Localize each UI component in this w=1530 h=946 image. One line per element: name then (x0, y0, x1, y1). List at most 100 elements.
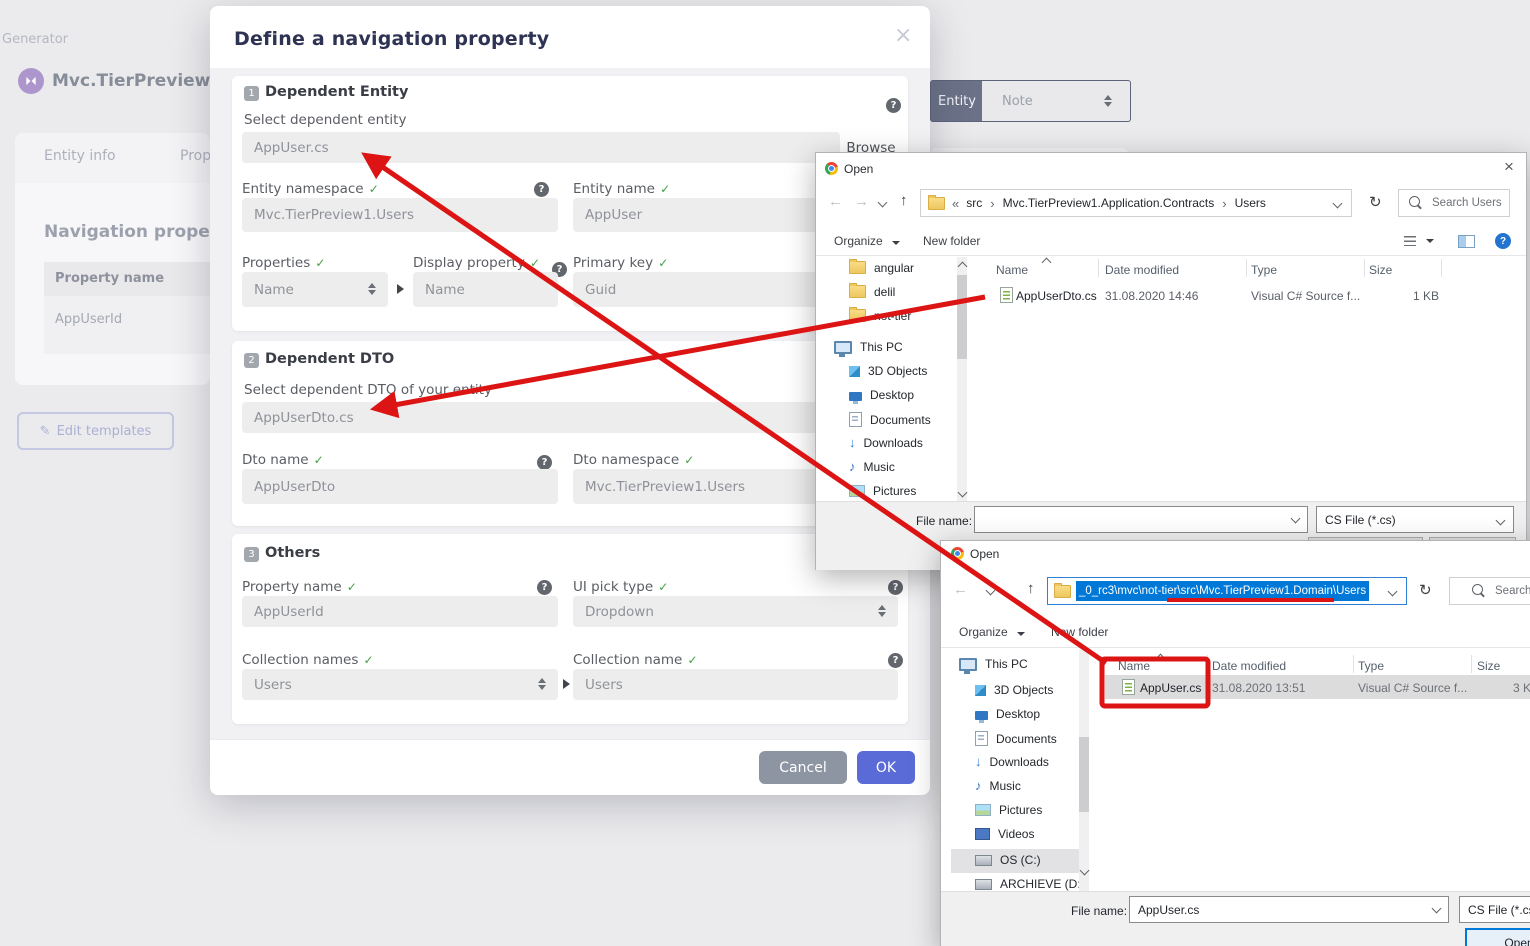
sidebar-item-pictures[interactable]: Pictures (873, 484, 916, 498)
modal-close-icon[interactable]: × (894, 25, 912, 47)
sidebar-item-pictures[interactable]: Pictures (999, 803, 1042, 817)
dialog-bottom-bar: File name: AppUser.cs CS File (*.cs) Ope… (941, 891, 1530, 946)
sidebar-item-desktop[interactable]: Desktop (870, 388, 914, 402)
sidebar-item-angular[interactable]: angular (874, 261, 914, 275)
address-bar[interactable]: _0_rc3\mvc\not-tier\src\Mvc.TierPreview1… (1047, 577, 1407, 605)
collection-name-field[interactable]: Users (573, 669, 898, 700)
scrollbar-thumb[interactable] (1079, 737, 1089, 812)
breadcrumb-sep-icon: › (990, 196, 994, 211)
sidebar-item-3d-objects[interactable]: 3D Objects (868, 364, 927, 378)
column-date-modified[interactable]: Date modified (1105, 263, 1179, 277)
refresh-icon[interactable]: ↻ (1369, 193, 1382, 211)
cancel-button[interactable]: Cancel (759, 751, 847, 784)
dependent-entity-file-field[interactable]: AppUser.cs (242, 132, 840, 163)
back-icon[interactable]: ← (953, 581, 968, 598)
project-logo-icon (18, 68, 44, 94)
column-size[interactable]: Size (1369, 263, 1392, 277)
toolbar-divider (816, 255, 1526, 256)
column-date-modified[interactable]: Date modified (1212, 659, 1286, 673)
forward-icon[interactable]: → (854, 193, 869, 210)
sidebar-item-documents[interactable]: Documents (870, 413, 931, 427)
search-box[interactable]: Search Users (1398, 189, 1510, 217)
column-name[interactable]: Name (1118, 659, 1150, 673)
file-name-input[interactable] (974, 506, 1308, 533)
sidebar-item-os-c[interactable]: OS (C:) (1000, 853, 1041, 867)
entity-namespace-field[interactable]: Mvc.TierPreview1.Users (242, 198, 558, 232)
entity-type-select[interactable]: Note (982, 80, 1131, 122)
valid-check-icon: ✓ (369, 182, 379, 196)
open-button[interactable]: Open (1465, 928, 1530, 946)
back-icon[interactable]: ← (828, 193, 843, 210)
sidebar-item-desktop[interactable]: Desktop (996, 707, 1040, 721)
preview-pane-icon[interactable] (1458, 235, 1475, 248)
file-type-select[interactable]: CS File (*.cs) (1459, 896, 1530, 923)
organize-menu[interactable]: Organize (834, 234, 900, 248)
view-list-icon[interactable] (1404, 236, 1416, 246)
help-icon[interactable]: ? (537, 580, 552, 595)
desktop-icon (975, 711, 988, 720)
help-icon[interactable]: ? (888, 580, 903, 595)
column-name[interactable]: Name (996, 263, 1028, 277)
sidebar-item-downloads[interactable]: Downloads (990, 755, 1049, 769)
display-property-field[interactable]: Name (413, 272, 558, 307)
toolbar-divider (941, 647, 1530, 648)
address-dropdown-icon[interactable] (1333, 199, 1343, 209)
breadcrumb-project[interactable]: Mvc.TierPreview1.Application.Contracts (1003, 196, 1215, 210)
new-folder-button[interactable]: New folder (923, 234, 980, 248)
up-icon[interactable]: ↑ (900, 192, 908, 209)
tab-entity-info[interactable]: Entity info (44, 148, 116, 164)
recent-locations-icon[interactable] (878, 198, 888, 208)
sidebar-item-this-pc[interactable]: This PC (860, 340, 903, 354)
modal-title: Define a navigation property (234, 28, 549, 50)
ui-pick-type-select[interactable]: Dropdown (573, 596, 898, 627)
property-name-field[interactable]: AppUserId (242, 596, 558, 627)
this-pc-icon (959, 658, 977, 671)
file-type-select[interactable]: CS File (*.cs) (1316, 506, 1514, 533)
scrollbar-thumb[interactable] (957, 275, 967, 359)
recent-locations-icon[interactable] (986, 586, 996, 596)
sidebar-item-archive-d[interactable]: ARCHIEVE (D:) (1000, 877, 1085, 891)
column-size[interactable]: Size (1477, 659, 1500, 673)
file-row-selected[interactable]: AppUser.cs 31.08.2020 13:51 Visual C# So… (1105, 675, 1530, 699)
help-icon[interactable]: ? (534, 182, 549, 197)
help-icon[interactable]: ? (886, 98, 901, 113)
sidebar-item-documents[interactable]: Documents (996, 732, 1057, 746)
collection-names-select[interactable]: Users (242, 669, 558, 700)
sidebar-item-music[interactable]: Music (990, 779, 1021, 793)
dependent-dto-file-field[interactable]: AppUserDto.cs (242, 402, 840, 433)
entity-switch-label[interactable]: Entity (930, 80, 984, 122)
sidebar-item-downloads[interactable]: Downloads (864, 436, 923, 450)
ok-button[interactable]: OK (857, 751, 915, 784)
sidebar-item-delil[interactable]: delil (874, 285, 895, 299)
view-dropdown-icon[interactable] (1426, 239, 1434, 243)
help-icon[interactable]: ? (888, 653, 903, 668)
up-icon[interactable]: ↑ (1027, 580, 1035, 597)
refresh-icon[interactable]: ↻ (1419, 581, 1432, 599)
sidebar-item-videos[interactable]: Videos (998, 827, 1034, 841)
breadcrumb-src[interactable]: src (966, 196, 982, 210)
search-box[interactable]: Search (1449, 577, 1530, 605)
address-selected-text[interactable]: _0_rc3\mvc\not-tier\src\Mvc.TierPreview1… (1076, 581, 1369, 601)
help-icon[interactable]: ? (1495, 233, 1511, 249)
column-type[interactable]: Type (1251, 263, 1277, 277)
organize-menu[interactable]: Organize (959, 625, 1025, 639)
address-dropdown-icon[interactable] (1388, 587, 1398, 597)
sidebar-item-this-pc[interactable]: This PC (985, 657, 1028, 671)
edit-templates-button[interactable]: ✎ Edit templates (17, 412, 174, 450)
column-type[interactable]: Type (1358, 659, 1384, 673)
file-row[interactable]: AppUserDto.cs 31.08.2020 14:46 Visual C#… (976, 285, 1521, 307)
help-icon[interactable]: ? (537, 455, 552, 470)
properties-select[interactable]: Name (242, 272, 388, 307)
open-dialog-contracts: Open × ← → ↑ « src › Mvc.TierPreview1.Ap… (815, 152, 1527, 570)
search-icon (1472, 584, 1483, 595)
new-folder-button[interactable]: New folder (1051, 625, 1108, 639)
sidebar-item-3d-objects[interactable]: 3D Objects (994, 683, 1053, 697)
sidebar-item-not-tier[interactable]: not-tier (874, 309, 911, 323)
sidebar-item-music[interactable]: Music (864, 460, 895, 474)
file-name-input[interactable]: AppUser.cs (1129, 896, 1449, 923)
address-bar[interactable]: « src › Mvc.TierPreview1.Application.Con… (920, 189, 1352, 217)
close-icon[interactable]: × (1504, 157, 1514, 177)
dto-name-field[interactable]: AppUserDto (242, 469, 558, 504)
column-divider (1246, 259, 1247, 277)
breadcrumb-users[interactable]: Users (1235, 196, 1266, 210)
